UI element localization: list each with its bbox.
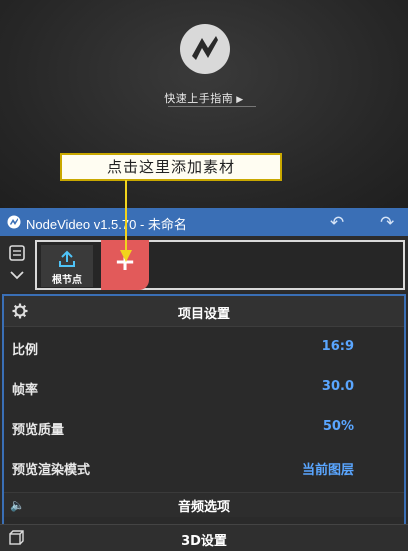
setting-row-aspect-ratio[interactable]: 比例 16:9 bbox=[4, 332, 404, 362]
properties-panel: 项目设置 比例 16:9 帧率 30.0 预览质量 50% 预览渲染模式 当前图… bbox=[2, 294, 406, 550]
setting-label: 比例 bbox=[12, 343, 39, 358]
root-node[interactable]: 根节点 bbox=[41, 245, 93, 287]
undo-icon[interactable]: ↶ bbox=[330, 213, 344, 233]
audio-options-title: 音频选项 bbox=[177, 500, 230, 515]
setting-label: 帧率 bbox=[12, 383, 39, 398]
tip-text: 点击这里添加素材 bbox=[106, 158, 235, 176]
app-logo-icon bbox=[7, 215, 21, 229]
add-material-tip: 点击这里添加素材 bbox=[60, 153, 282, 181]
setting-value[interactable]: 当前图层 bbox=[302, 459, 354, 478]
guide-link-label: 快速上手指南 bbox=[164, 92, 234, 105]
app-titlebar: NodeVideo v1.5.70 - 未命名 ↶ ↷ bbox=[0, 208, 408, 236]
3d-settings-bar[interactable]: 3D设置 bbox=[0, 524, 408, 551]
setting-row-preview-render-mode[interactable]: 预览渲染模式 当前图层 bbox=[4, 452, 404, 482]
layers-toggle-icon[interactable] bbox=[6, 242, 30, 286]
setting-value[interactable]: 16:9 bbox=[322, 339, 354, 354]
setting-row-preview-quality[interactable]: 预览质量 50% bbox=[4, 412, 404, 442]
play-arrow-icon: ▶ bbox=[236, 95, 244, 105]
upload-icon bbox=[59, 250, 75, 267]
setting-value[interactable]: 30.0 bbox=[322, 379, 354, 394]
app-title: NodeVideo v1.5.70 - 未命名 bbox=[26, 217, 187, 232]
guide-underline bbox=[168, 106, 256, 107]
node-track-area: 根节点 + bbox=[0, 236, 408, 292]
tip-pointer-arrow-icon bbox=[120, 180, 132, 262]
root-node-label: 根节点 bbox=[52, 275, 82, 286]
project-settings-header[interactable]: 项目设置 bbox=[4, 296, 404, 327]
setting-label: 预览渲染模式 bbox=[12, 463, 91, 478]
setting-label: 预览质量 bbox=[12, 423, 65, 438]
quick-start-guide-link[interactable]: 快速上手指南 ▶ bbox=[0, 90, 408, 106]
node-track: 根节点 + bbox=[35, 240, 405, 290]
setting-row-frame-rate[interactable]: 帧率 30.0 bbox=[4, 372, 404, 402]
redo-icon[interactable]: ↷ bbox=[380, 213, 394, 233]
setting-value[interactable]: 50% bbox=[323, 419, 354, 434]
audio-options-header[interactable]: 🔈 音频选项 bbox=[4, 492, 404, 517]
3d-settings-title: 3D设置 bbox=[181, 534, 227, 549]
project-settings-title: 项目设置 bbox=[177, 307, 230, 322]
nodevideo-logo-icon bbox=[180, 24, 230, 74]
